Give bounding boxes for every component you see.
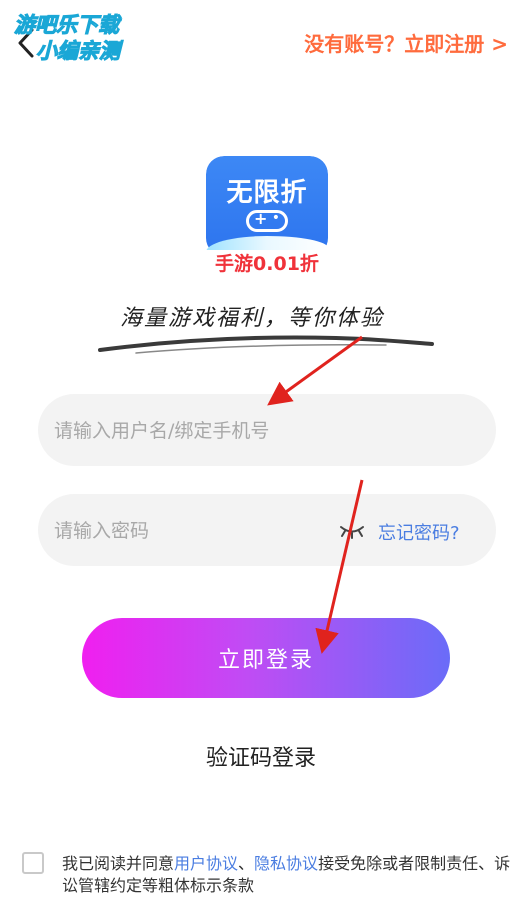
closed-eye-icon[interactable] xyxy=(338,518,366,542)
username-field[interactable] xyxy=(38,394,496,468)
agreement-prefix: 我已阅读并同意 xyxy=(62,854,175,873)
app-logo: 无限折 手游0.01折 xyxy=(206,156,328,278)
code-login-link[interactable]: 验证码登录 xyxy=(0,740,522,772)
watermark-logo: 游吧乐下载 小编亲测 xyxy=(14,10,154,68)
logo-subtitle: 手游0.01折 xyxy=(206,250,328,278)
agreement-checkbox[interactable] xyxy=(22,852,44,874)
login-button[interactable]: 立即登录 xyxy=(82,618,450,698)
password-input[interactable] xyxy=(52,494,326,568)
gamepad-icon xyxy=(246,209,288,232)
user-agreement-link[interactable]: 用户协议 xyxy=(174,854,238,873)
register-link[interactable]: 没有账号？立即注册 > xyxy=(304,28,508,57)
agreement-separator: 、 xyxy=(238,854,255,873)
watermark-line2: 小编亲测 xyxy=(36,39,121,63)
brush-stroke xyxy=(98,335,434,354)
logo-title: 无限折 xyxy=(226,178,308,208)
agreement-text: 我已阅读并同意用户协议、隐私协议接受免除或者限制责任、诉讼管辖约定等粗体标示条款 xyxy=(62,853,514,897)
watermark-line1: 游吧乐下载 xyxy=(14,13,120,37)
privacy-agreement-link[interactable]: 隐私协议 xyxy=(254,854,318,873)
password-field[interactable]: 忘记密码? xyxy=(38,494,496,568)
forgot-password-link[interactable]: 忘记密码? xyxy=(378,519,460,545)
username-input[interactable] xyxy=(52,394,356,468)
